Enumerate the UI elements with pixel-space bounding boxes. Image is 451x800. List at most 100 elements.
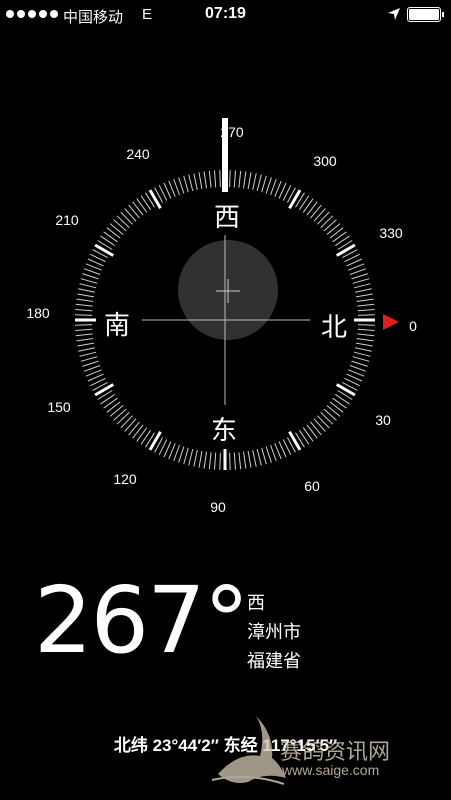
compass-tick [136,427,148,442]
degree-30: 30 [375,412,391,428]
compass-tick [140,430,152,445]
province-name: 福建省 [247,651,301,671]
compass-tick [351,360,368,367]
compass-tick [233,452,236,470]
compass-tick [203,451,207,469]
compass-tick [357,309,375,312]
compass-tick [198,450,203,468]
compass-tick [252,173,257,191]
compass-tick [106,401,121,413]
compass-tick [256,448,262,466]
compass-tick [193,173,198,191]
compass-tick [357,328,375,331]
compass-tick [203,171,207,189]
degree-0: 0 [409,318,417,334]
compass-tick [75,328,93,331]
compass-tick [238,170,242,188]
compass-tick [298,195,310,210]
watermark-logo: 赛鸽资讯网 www.saige.com [208,712,418,792]
compass-tick [310,421,322,436]
compass-tick [355,293,373,298]
degree-330: 330 [379,225,403,241]
compass-tick [83,268,101,275]
compass-tick [82,360,99,367]
compass-tick [75,303,93,307]
compass-tick [198,172,203,190]
compass-tick [219,170,221,188]
compass-tick [349,365,367,372]
compass-tick [317,211,330,225]
compass-tick [288,430,302,451]
compass-tick [329,227,344,239]
compass-tick [173,178,180,196]
compass-tick [356,298,374,302]
degree-90: 90 [210,499,226,515]
compass-tick [298,430,310,445]
compass-tick [76,338,94,342]
compass-tick [265,177,272,194]
compass-tick [306,201,318,216]
compass-tick [132,201,144,216]
compass-tick [357,324,375,326]
compass-tick [353,351,371,357]
compass-tick [100,393,115,405]
compass-tick [75,309,93,312]
compass-tick [261,447,267,465]
compass-tick [193,449,198,467]
compass-tick [349,268,367,275]
compass-tick [335,243,356,257]
compass-tick [116,412,130,425]
compass-tick [183,447,189,465]
compass-tick [357,333,375,337]
compass-tick [136,198,148,213]
city-name: 漳州市 [247,622,301,642]
compass-tick [80,278,98,284]
compass-tick [77,293,95,298]
watermark-url: www.saige.com [282,762,380,778]
status-time: 07:19 [205,5,246,22]
compass-tick [128,204,140,219]
compass-tick [265,446,272,463]
compass-tick [106,227,121,239]
compass-tick [85,263,102,271]
compass-tick [94,243,115,257]
heading-direction: 西 [247,593,265,613]
compass-tick [76,298,94,302]
compass-tick [354,288,372,293]
compass-tick [103,231,118,243]
compass-tick [109,223,124,235]
compass-tick [357,314,375,316]
compass-tick [351,273,368,280]
compass-tick [313,208,326,222]
degree-210: 210 [55,212,79,228]
compass-tick [78,288,96,293]
compass-tick [335,383,356,397]
degree-240: 240 [126,146,150,162]
compass-tick [320,412,334,425]
compass-tick [348,369,365,377]
compass-tick [355,342,373,347]
compass-tick [323,219,337,232]
compass-tick [229,170,231,188]
compass-tick [332,397,347,409]
compass-tick [214,170,217,188]
compass-tick [79,351,97,357]
compass-tick [124,418,137,432]
compass-tick [208,452,212,470]
compass-tick [348,263,365,271]
compass-tick [335,235,350,247]
cardinal-west: 西 [213,203,240,233]
compass-tick [238,452,242,470]
compass-tick [247,450,252,468]
compass-tick [302,427,314,442]
compass-tick [83,365,101,372]
compass-tick [128,421,140,436]
compass-tick [178,446,185,463]
compass-tick [247,172,252,190]
compass-tick [168,443,176,460]
location-arrow-icon [388,8,400,20]
compass-tick [288,189,302,210]
compass-tick [148,430,162,451]
compass-tick [85,369,102,377]
compass-tick [188,448,194,466]
